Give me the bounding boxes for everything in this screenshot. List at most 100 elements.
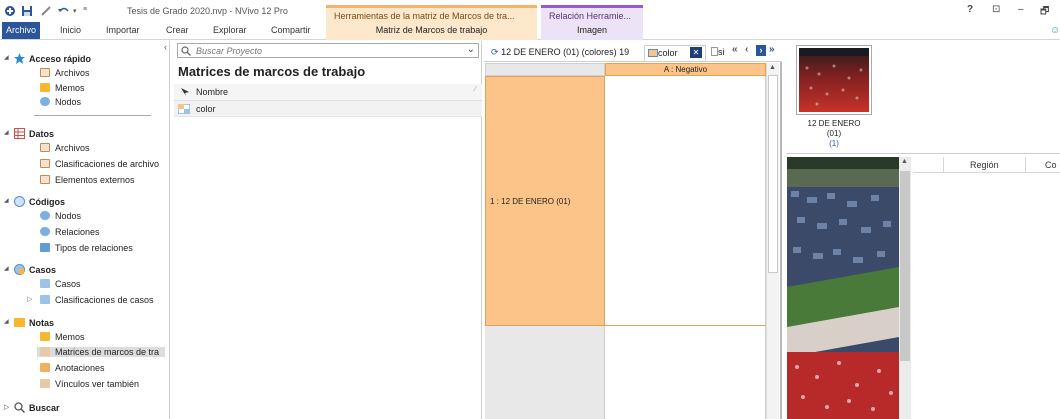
tab-importar[interactable]: Importar (106, 25, 140, 35)
matrix-cell[interactable] (605, 76, 766, 326)
nav-item-vinculos[interactable]: Vínculos ver también (40, 379, 139, 389)
externals-icon (40, 175, 50, 184)
annotation-icon (40, 363, 50, 372)
matrix-empty-cell[interactable] (605, 326, 766, 419)
framework-matrix-icon (648, 49, 658, 57)
column-header-nombre[interactable]: Nombre (196, 87, 228, 97)
nav-item-anotaciones[interactable]: Anotaciones (40, 363, 105, 373)
tab-explorar[interactable]: Explorar (213, 25, 247, 35)
document-tabs: ⟳ 12 DE ENERO (01) (colores) 19 color ✕ … (484, 41, 782, 62)
scroll-prev-tab-button[interactable]: ‹ (745, 44, 748, 55)
collapsed-triangle-icon[interactable]: ▷ (27, 295, 32, 303)
maximize-button[interactable]: 🗗 (1040, 4, 1049, 21)
nav-item-matrices-marcos[interactable]: Matrices de marcos de tra (37, 347, 165, 357)
ribbon-expand-icon[interactable]: ☺ (1050, 25, 1060, 36)
collapsed-triangle-icon[interactable]: ▷ (4, 403, 9, 411)
edit-icon[interactable] (40, 5, 52, 17)
nav-item-clasificaciones-archivo[interactable]: Clasificaciones de archivo (40, 159, 159, 169)
tab-inicio[interactable]: Inicio (60, 25, 81, 35)
tab-crear[interactable]: Crear (166, 25, 189, 35)
scrollbar-thumb[interactable] (900, 171, 910, 361)
scroll-up-icon[interactable]: ▲ (769, 64, 776, 71)
nav-item-elementos-externos[interactable]: Elementos externos (40, 175, 135, 185)
tab-compartir[interactable]: Compartir (271, 25, 311, 35)
scroll-up-icon[interactable]: ▲ (901, 158, 908, 165)
collapse-nav-icon[interactable]: ‹ (164, 42, 167, 52)
scroll-next-tab-button[interactable]: › (756, 45, 766, 56)
thumbnail-count[interactable]: (1) (796, 139, 872, 149)
nav-item-archivos[interactable]: Archivos (40, 143, 90, 153)
expand-triangle-icon[interactable]: ◢ (4, 265, 9, 272)
nav-section-buscar[interactable]: ▷ Buscar (4, 402, 60, 414)
matrix-detail-panel: ⟳ 12 DE ENERO (01) (colores) 19 color ✕ … (484, 41, 782, 419)
nav-item-tipos-relaciones[interactable]: Tipos de relaciones (40, 243, 133, 253)
list-column-header[interactable]: Nombre ⁄ (174, 84, 482, 101)
matrix-column-header[interactable]: A : Negativo (605, 63, 766, 76)
refresh-icon: ⟳ (491, 47, 499, 57)
nav-section-codigos[interactable]: ◢ Códigos (4, 196, 65, 207)
nav-item-casos[interactable]: Casos (40, 279, 81, 289)
expand-triangle-icon[interactable]: ◢ (4, 129, 9, 136)
nav-item-nodos[interactable]: Nodos (40, 211, 81, 221)
scroll-first-tab-button[interactable]: « (732, 44, 738, 55)
tab-imagen[interactable]: Imagen (541, 22, 643, 40)
save-icon[interactable] (21, 5, 33, 17)
chevron-down-icon[interactable]: ⌄ (467, 44, 475, 55)
nav-item-label: Vínculos ver también (55, 379, 140, 389)
node-icon (40, 211, 50, 220)
relationship-icon (40, 227, 50, 236)
search-icon (14, 402, 26, 414)
nav-item-memos[interactable]: Memos (40, 332, 85, 342)
vertical-scrollbar[interactable]: ▲ (766, 63, 779, 419)
list-item[interactable]: color (174, 101, 482, 117)
preview-vertical-scrollbar[interactable]: ▲ (899, 157, 911, 419)
thumbnail-title-line2: (01) (826, 129, 842, 138)
divider (34, 115, 151, 116)
expand-triangle-icon[interactable]: ◢ (4, 318, 9, 325)
navigation-pane: ‹ ◢ Acceso rápido Archivos Memos Nodos ◢… (0, 41, 170, 419)
nav-item-label: Tipos de relaciones (55, 243, 133, 253)
close-tab-icon[interactable]: ✕ (690, 47, 702, 58)
column-header-region[interactable]: Región (970, 160, 999, 170)
nav-item-relaciones[interactable]: Relaciones (40, 227, 100, 237)
image-thumbnail[interactable] (796, 45, 872, 115)
help-button[interactable]: ? (967, 4, 973, 15)
doc-tab-image[interactable]: ⟳ 12 DE ENERO (01) (colores) 19 (488, 45, 640, 61)
tab-matriz-marcos[interactable]: Matriz de Marcos de trabajo (326, 22, 537, 40)
sort-icon[interactable]: ⁄ (475, 86, 476, 93)
app-menu-icon[interactable] (4, 5, 16, 17)
codes-icon (14, 196, 25, 207)
nav-item-label: Clasificaciones de casos (55, 295, 154, 305)
doc-tab-si[interactable]: si (708, 45, 730, 61)
nav-section-casos[interactable]: ◢ Casos (4, 264, 56, 275)
minimize-button[interactable]: – (1018, 4, 1024, 15)
nav-section-notas[interactable]: ◢ Notas (4, 317, 54, 328)
customize-toolbar-icon[interactable]: ≡ (83, 6, 87, 18)
scrollbar-thumb[interactable] (768, 75, 778, 273)
column-divider (1025, 157, 1026, 173)
nav-item-clasificaciones-casos[interactable]: ▷ Clasificaciones de casos (27, 295, 154, 305)
search-input[interactable]: Buscar Proyecto ⌄ (177, 43, 479, 58)
pin-icon (180, 87, 190, 99)
column-header-co[interactable]: Co (1045, 160, 1057, 170)
nav-item-label: Anotaciones (55, 363, 105, 373)
data-icon (14, 128, 25, 139)
tab-archivo[interactable]: Archivo (2, 22, 40, 39)
nav-item-archivos-quick[interactable]: Archivos (40, 68, 90, 78)
scroll-last-tab-button[interactable]: » (769, 44, 775, 55)
nav-item-label: Elementos externos (55, 175, 135, 185)
nav-section-datos[interactable]: ◢ Datos (4, 128, 54, 139)
chevron-down-icon[interactable]: ▾ (73, 7, 77, 19)
nav-item-memos-quick[interactable]: Memos (40, 83, 85, 93)
nav-item-nodos-quick[interactable]: Nodos (40, 97, 81, 107)
matrix-row-header[interactable]: 1 : 12 DE ENERO (01) (485, 76, 605, 326)
undo-icon[interactable] (57, 5, 71, 17)
node-icon (40, 97, 50, 106)
context-tab-matrix-tools[interactable]: Herramientas de la matriz de Marcos de t… (326, 5, 537, 22)
context-tab-relation-tools[interactable]: Relación Herramie... (541, 5, 643, 22)
restore-ribbon-button[interactable]: ⊡ (992, 4, 1000, 15)
thumbnail-title-line1: 12 DE ENERO (807, 119, 861, 128)
expand-triangle-icon[interactable]: ◢ (4, 197, 9, 204)
nav-section-acceso-rapido[interactable]: ◢ Acceso rápido (4, 53, 91, 64)
expand-triangle-icon[interactable]: ◢ (4, 54, 9, 61)
